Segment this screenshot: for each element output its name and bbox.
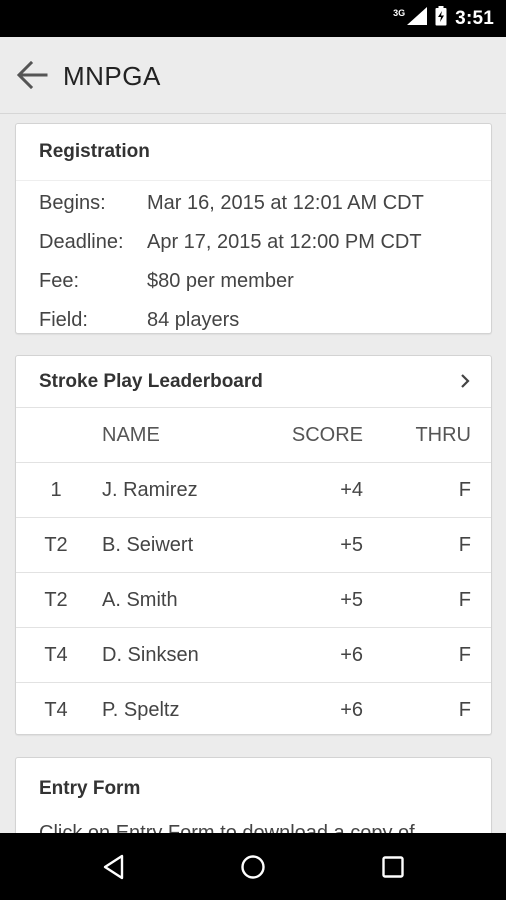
row-position: T2 — [44, 589, 68, 611]
row-position: T4 — [44, 699, 68, 721]
app-bar: MNPGA — [0, 37, 506, 114]
reg-row-deadline: Deadline: Apr 17, 2015 at 12:00 PM CDT — [39, 227, 422, 257]
leaderboard-header[interactable]: Stroke Play Leaderboard — [16, 356, 491, 408]
reg-row-begins: Begins: Mar 16, 2015 at 12:01 AM CDT — [39, 188, 424, 218]
reg-label: Begins: — [39, 191, 106, 214]
nav-recents-button[interactable] — [369, 843, 417, 891]
column-score: SCORE — [291, 424, 363, 446]
row-position: T4 — [44, 644, 68, 666]
leaderboard-column-headers: NAME SCORE THRU — [16, 408, 491, 463]
leaderboard-title: Stroke Play Leaderboard — [39, 370, 263, 392]
row-position: 1 — [50, 479, 62, 501]
entry-form-title: Entry Form — [39, 778, 141, 799]
reg-label: Fee: — [39, 269, 80, 292]
row-thru: F — [458, 479, 471, 501]
reg-row-field: Field: 84 players — [39, 305, 239, 335]
status-bar: 3G 3:51 — [0, 0, 506, 37]
entry-form-description: Click on Entry Form to download a copy o… — [39, 822, 415, 833]
arrow-back-icon — [16, 61, 48, 89]
reg-label: Field: — [39, 308, 88, 331]
reg-row-fee: Fee: $80 per member — [39, 266, 294, 296]
row-player-name: P. Speltz — [102, 699, 180, 721]
reg-label: Deadline: — [39, 230, 124, 253]
signal-icon — [407, 7, 428, 30]
registration-title: Registration — [16, 124, 491, 181]
battery-icon — [435, 6, 447, 31]
leaderboard-row[interactable]: T2 A. Smith +5 F — [16, 573, 491, 628]
leaderboard-card: Stroke Play Leaderboard NAME SCORE THRU … — [15, 355, 492, 735]
row-player-name: J. Ramirez — [102, 479, 198, 501]
row-score: +5 — [340, 589, 363, 611]
row-player-name: B. Seiwert — [102, 534, 194, 556]
reg-value: Apr 17, 2015 at 12:00 PM CDT — [147, 230, 422, 253]
row-position: T2 — [44, 534, 68, 556]
reg-value: $80 per member — [147, 269, 294, 292]
column-thru: THRU — [415, 424, 471, 446]
row-score: +5 — [340, 534, 363, 556]
content-scroll[interactable]: Registration Begins: Mar 16, 2015 at 12:… — [0, 115, 506, 833]
row-player-name: A. Smith — [102, 589, 178, 611]
entry-form-card[interactable]: Entry Form Click on Entry Form to downlo… — [15, 757, 492, 833]
reg-value: Mar 16, 2015 at 12:01 AM CDT — [147, 191, 424, 214]
nav-home-button[interactable] — [229, 843, 277, 891]
row-player-name: D. Sinksen — [102, 644, 199, 666]
reg-value: 84 players — [147, 308, 240, 331]
nav-recents-icon — [382, 856, 404, 878]
nav-home-icon — [241, 855, 265, 879]
row-score: +6 — [340, 644, 363, 666]
column-name: NAME — [102, 424, 160, 446]
network-type: 3G — [393, 7, 406, 18]
row-thru: F — [458, 534, 471, 556]
navigation-bar — [0, 833, 506, 900]
row-score: +6 — [340, 699, 363, 721]
back-button[interactable] — [12, 55, 52, 95]
clock: 3:51 — [455, 7, 494, 29]
leaderboard-row[interactable]: 1 J. Ramirez +4 F — [16, 463, 491, 518]
row-score: +4 — [340, 479, 363, 501]
registration-card: Registration Begins: Mar 16, 2015 at 12:… — [15, 123, 492, 334]
nav-back-icon — [103, 854, 124, 880]
row-thru: F — [458, 644, 471, 666]
chevron-right-icon — [461, 374, 470, 388]
row-thru: F — [458, 699, 471, 721]
nav-back-button[interactable] — [90, 843, 138, 891]
row-thru: F — [458, 589, 471, 611]
leaderboard-row[interactable]: T2 B. Seiwert +5 F — [16, 518, 491, 573]
leaderboard-row[interactable]: T4 D. Sinksen +6 F — [16, 628, 491, 683]
page-title: MNPGA — [63, 61, 161, 91]
leaderboard-row[interactable]: T4 P. Speltz +6 F — [16, 683, 491, 738]
